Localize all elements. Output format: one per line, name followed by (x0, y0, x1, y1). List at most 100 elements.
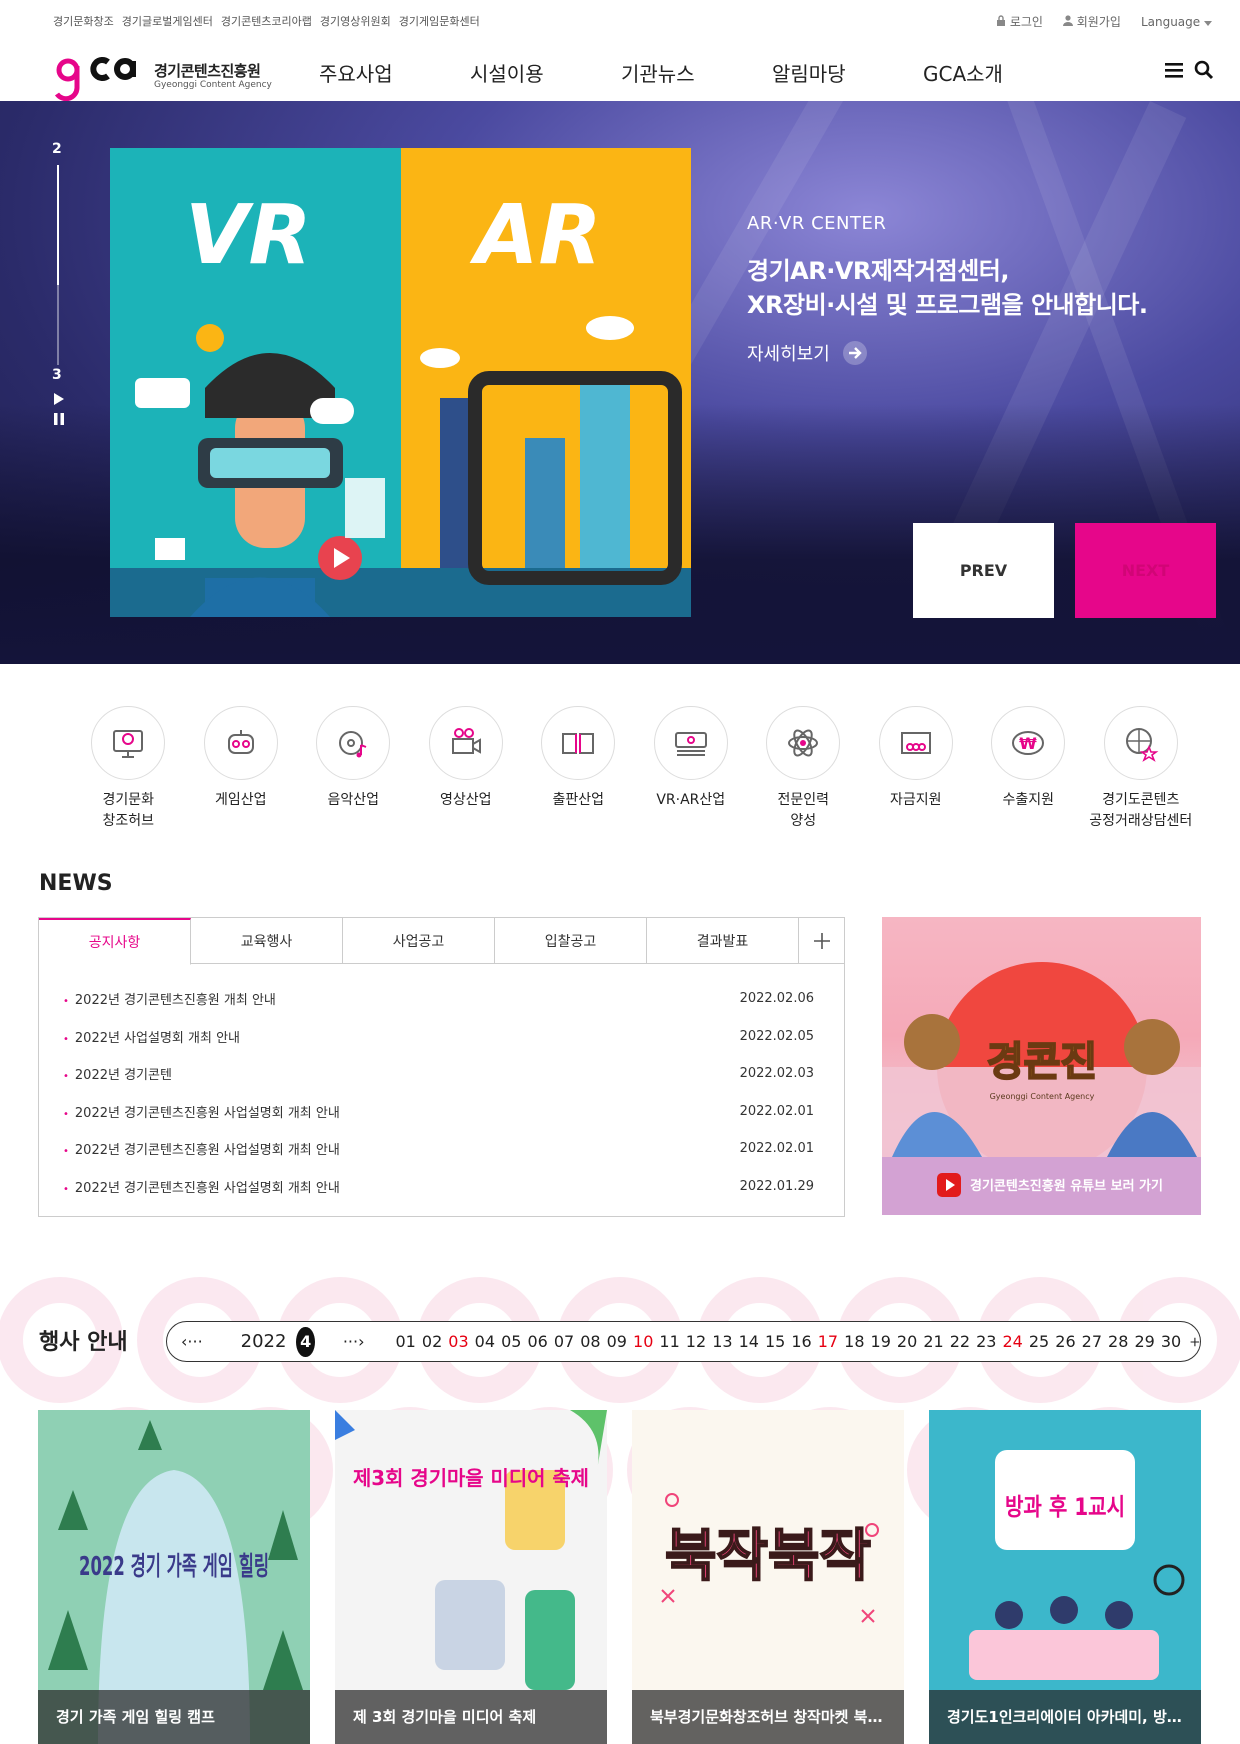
quick-item-game[interactable]: 게임산업 (185, 706, 298, 832)
quick-item-fair-trade[interactable]: 경기도콘텐츠 공정거래상담센터 (1085, 706, 1198, 832)
nav-item-agency-news[interactable]: 기관뉴스 (621, 58, 772, 87)
nav-item-facilities[interactable]: 시설이용 (470, 58, 621, 87)
join-link[interactable]: 회원가입 (1062, 13, 1121, 30)
news-more-button[interactable] (799, 918, 844, 963)
login-link[interactable]: 로그인 (996, 13, 1043, 30)
quick-item-training[interactable]: 전문인력 양성 (747, 706, 860, 832)
calendar-day[interactable]: 17 (815, 1332, 841, 1351)
calendar-day[interactable]: 05 (498, 1332, 524, 1351)
svg-text:₩: ₩ (1019, 734, 1037, 753)
logo[interactable]: 경기콘텐츠진흥원 Gyeonggi Content Agency (54, 48, 284, 104)
poster-text: 북작북작 (665, 1524, 871, 1589)
banner-title: 경콘진 (987, 1039, 1097, 1085)
event-card[interactable]: 제3회 경기마을 미디어 축제 제 3회 경기마을 미디어 축제 (335, 1410, 607, 1744)
plus-icon[interactable] (1190, 1334, 1200, 1350)
news-row[interactable]: 2022년 사업설명회 개최 안내 2022.02.05 (63, 1018, 814, 1056)
more-link-label: 자세히보기 (747, 344, 830, 365)
news-heading: NEWS (39, 871, 113, 896)
news-date: 2022.01.29 (739, 1178, 814, 1194)
vr-ar-illustration[interactable]: VR AR (110, 148, 691, 617)
calendar-day[interactable]: 29 (1131, 1332, 1157, 1351)
quick-item-export[interactable]: ₩ 수출지원 (972, 706, 1085, 832)
menu-icon[interactable] (1164, 60, 1184, 80)
language-select[interactable]: Language (1141, 15, 1212, 29)
quick-item-video[interactable]: 영상산업 (410, 706, 523, 832)
calendar-day[interactable]: 22 (947, 1332, 973, 1351)
calendar-day[interactable]: 09 (604, 1332, 630, 1351)
calendar-day[interactable]: 04 (472, 1332, 498, 1351)
nav-item-about[interactable]: GCA소개 (923, 58, 1074, 87)
tab-business[interactable]: 사업공고 (343, 918, 495, 963)
calendar-day[interactable]: 10 (630, 1332, 656, 1351)
nav-item-main-business[interactable]: 주요사업 (319, 58, 470, 87)
calendar-day[interactable]: 28 (1105, 1332, 1131, 1351)
tab-results[interactable]: 결과발표 (647, 918, 799, 963)
family-site-link[interactable]: 경기게임문화센터 (399, 13, 480, 29)
news-tabs: 공지사항 교육행사 사업공고 입찰공고 결과발표 (39, 918, 844, 965)
calendar-day[interactable]: 18 (841, 1332, 867, 1351)
calendar-day[interactable]: 06 (524, 1332, 550, 1351)
calendar-day[interactable]: 01 (392, 1332, 418, 1351)
quick-item-funding[interactable]: 자금지원 (860, 706, 973, 832)
tab-bidding[interactable]: 입찰공고 (495, 918, 647, 963)
calendar-day[interactable]: 13 (709, 1332, 735, 1351)
calendar-day[interactable]: 26 (1052, 1332, 1078, 1351)
news-row[interactable]: 2022년 경기콘텐츠진흥원 사업설명회 개최 안내 2022.02.01 (63, 1093, 814, 1131)
quick-item-label: 출판산업 (552, 792, 605, 808)
event-card[interactable]: 2022 경기 가족 게임 힐링 경기 가족 게임 힐링 캠프 (38, 1410, 310, 1744)
more-link[interactable]: 자세히보기 (747, 340, 1147, 366)
news-row[interactable]: 2022년 경기콘텐츠진흥원 사업설명회 개최 안내 2022.01.29 (63, 1168, 814, 1206)
family-site-link[interactable]: 경기콘텐츠코리아랩 (221, 13, 312, 29)
slide-number-current[interactable]: 2 (52, 141, 62, 157)
calendar-day[interactable]: 24 (999, 1332, 1025, 1351)
news-row[interactable]: 2022년 경기콘텐츠진흥원 사업설명회 개최 안내 2022.02.01 (63, 1130, 814, 1168)
calendar-day[interactable]: 27 (1079, 1332, 1105, 1351)
event-card[interactable]: 방과 후 1교시 경기도1인크리에이터 아카데미, 방과 후 1교시 (929, 1410, 1201, 1744)
join-label: 회원가입 (1076, 15, 1121, 29)
plus-icon (813, 932, 830, 949)
calendar-day[interactable]: 08 (577, 1332, 603, 1351)
quick-item-creative-hub[interactable]: 경기문화 창조허브 (72, 706, 185, 832)
quick-item-music[interactable]: 음악산업 (297, 706, 410, 832)
nav-item-notice[interactable]: 알림마당 (772, 58, 923, 87)
calendar-year: 2022 (240, 1331, 287, 1352)
prev-month-button[interactable]: ‹··· (181, 1332, 203, 1351)
quick-item-vr-ar[interactable]: VR·AR산업 (635, 706, 748, 832)
calendar-day[interactable]: 30 (1158, 1332, 1184, 1351)
family-site-link[interactable]: 경기영상위원회 (320, 13, 391, 29)
prev-slide-button[interactable]: PREV (913, 523, 1054, 618)
news-date: 2022.02.01 (739, 1141, 814, 1157)
family-site-link[interactable]: 경기문화창조 (53, 13, 114, 29)
slide-number-next[interactable]: 3 (52, 367, 62, 383)
quick-item-label: 영상산업 (439, 792, 492, 808)
tab-notice[interactable]: 공지사항 (39, 918, 191, 965)
calendar-day[interactable]: 19 (868, 1332, 894, 1351)
calendar-day[interactable]: 15 (762, 1332, 788, 1351)
event-card[interactable]: 북작북작 북부경기문화창조허브 창작마켓 북작북작 (632, 1410, 904, 1744)
calendar-day[interactable]: 20 (894, 1332, 920, 1351)
play-icon[interactable] (54, 393, 64, 405)
calendar-day[interactable]: 25 (1026, 1332, 1052, 1351)
news-title: 2022년 경기콘텐 (63, 1064, 172, 1083)
tab-education[interactable]: 교육행사 (191, 918, 343, 963)
calendar-day[interactable]: 11 (656, 1332, 682, 1351)
next-month-button[interactable]: ···› (343, 1332, 365, 1351)
next-slide-button[interactable]: NEXT (1075, 523, 1216, 618)
calendar-day[interactable]: 03 (445, 1332, 471, 1351)
news-row[interactable]: 2022년 경기콘텐 2022.02.03 (63, 1055, 814, 1093)
family-site-link[interactable]: 경기글로벌게임센터 (122, 13, 213, 29)
calendar-day[interactable]: 07 (551, 1332, 577, 1351)
calendar-day[interactable]: 02 (419, 1332, 445, 1351)
calendar-day[interactable]: 21 (920, 1332, 946, 1351)
calendar-day[interactable]: 16 (788, 1332, 814, 1351)
calendar-day[interactable]: 12 (683, 1332, 709, 1351)
search-icon[interactable] (1194, 60, 1214, 80)
pause-icon[interactable] (54, 413, 64, 425)
youtube-banner[interactable]: 경콘진 Gyeonggi Content Agency 경기콘텐츠진흥원 유튜브… (882, 917, 1201, 1215)
news-row[interactable]: 2022년 경기콘텐츠진흥원 개최 안내 2022.02.06 (63, 980, 814, 1018)
quick-item-publishing[interactable]: 출판산업 (522, 706, 635, 832)
lock-icon (996, 15, 1005, 26)
calendar-day[interactable]: 23 (973, 1332, 999, 1351)
hero-slider: 2 3 VR AR AR·VR CENTER 경기AR·VR제작거점센터, XR… (0, 101, 1240, 664)
calendar-day[interactable]: 14 (736, 1332, 762, 1351)
